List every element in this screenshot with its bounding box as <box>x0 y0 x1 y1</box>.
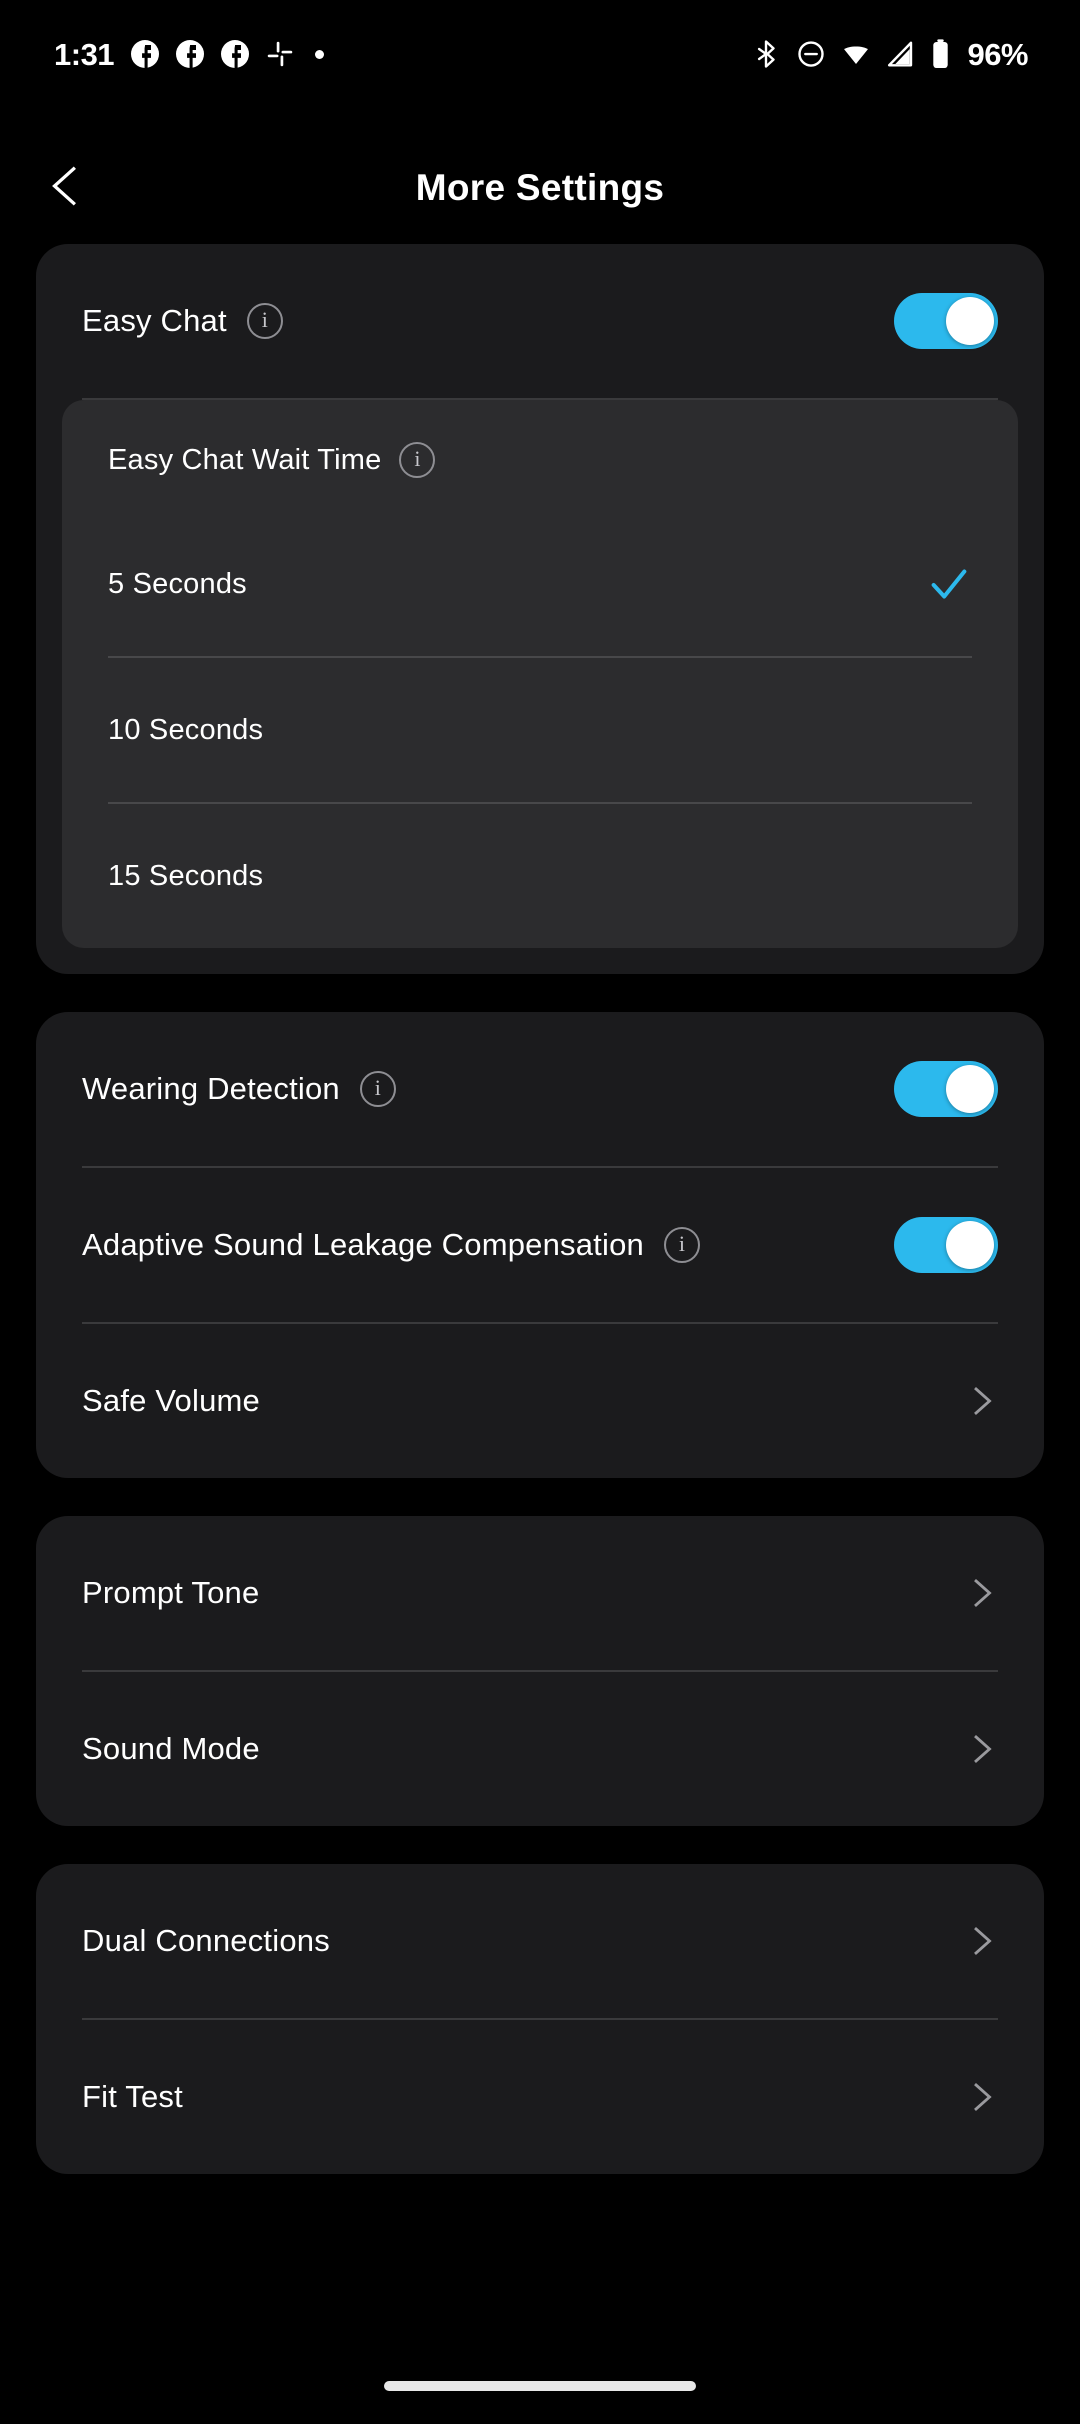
battery-percentage: 96% <box>967 36 1028 72</box>
wait-time-title: Easy Chat Wait Time <box>108 443 382 476</box>
easy-chat-card: Easy Chat i Easy Chat Wait Time i 5 Seco… <box>36 244 1044 974</box>
setting-label-safe-volume: Safe Volume <box>82 1383 260 1418</box>
setting-row-dual-connections[interactable]: Dual Connections <box>36 1864 1044 2018</box>
chevron-right-icon[interactable] <box>964 1384 998 1418</box>
row-label-group: Fit Test <box>82 2079 964 2115</box>
wait-time-option-10-seconds[interactable]: 10 Seconds <box>62 658 1018 802</box>
back-button[interactable] <box>30 152 102 224</box>
toggle-wearing-detection[interactable] <box>894 1061 998 1117</box>
info-icon[interactable]: i <box>246 303 283 339</box>
battery-icon <box>931 38 950 70</box>
wait-time-header: Easy Chat Wait Time i <box>62 400 1018 512</box>
row-label-group: Sound Mode <box>82 1731 964 1767</box>
row-label-group: Safe Volume <box>82 1383 964 1419</box>
home-indicator-area <box>0 2348 1080 2424</box>
facebook-icon <box>131 40 160 68</box>
row-label-group: Adaptive Sound Leakage Compensation i <box>82 1227 894 1263</box>
wifi-icon <box>841 39 871 69</box>
chevron-right-icon[interactable] <box>964 1924 998 1958</box>
option-label: 5 Seconds <box>108 567 247 600</box>
wait-time-option-15-seconds[interactable]: 15 Seconds <box>62 804 1018 948</box>
status-bar-right: 96% <box>751 38 1028 70</box>
status-bar-left: 1:31 <box>54 36 325 72</box>
toggle-knob <box>946 297 994 345</box>
phone-screen: 1:31 96% More Settings Easy Chat i Easy … <box>0 0 1080 2424</box>
bluetooth-icon <box>751 39 781 69</box>
setting-row-sound-mode[interactable]: Sound Mode <box>36 1672 1044 1826</box>
chevron-left-icon <box>43 163 89 214</box>
setting-row-prompt-tone[interactable]: Prompt Tone <box>36 1516 1044 1670</box>
tone-card: Prompt Tone Sound Mode <box>36 1516 1044 1826</box>
chevron-right-icon[interactable] <box>964 1732 998 1766</box>
connections-card: Dual Connections Fit Test <box>36 1864 1044 2174</box>
setting-row-fit-test[interactable]: Fit Test <box>36 2020 1044 2174</box>
facebook-icon <box>176 40 205 68</box>
slack-icon <box>266 40 294 68</box>
page-title: More Settings <box>415 167 665 208</box>
cellular-signal-icon <box>886 39 916 69</box>
setting-label-adaptive-sound-leakage-compensation: Adaptive Sound Leakage Compensation <box>82 1227 644 1262</box>
setting-label-fit-test: Fit Test <box>82 2079 183 2114</box>
check-icon <box>926 561 972 607</box>
row-label-group: Easy Chat i <box>82 303 894 339</box>
info-icon[interactable]: i <box>399 442 436 478</box>
status-bar-clock: 1:31 <box>54 36 115 72</box>
toggle-knob <box>946 1065 994 1113</box>
setting-label-easy-chat: Easy Chat <box>82 303 227 338</box>
info-icon[interactable]: i <box>663 1227 700 1263</box>
row-label-group: Dual Connections <box>82 1923 964 1959</box>
toggle-adaptive-sound-leakage-compensation[interactable] <box>894 1217 998 1273</box>
settings-list: Easy Chat i Easy Chat Wait Time i 5 Seco… <box>0 244 1080 2348</box>
setting-row-wearing-detection[interactable]: Wearing Detection i <box>36 1012 1044 1166</box>
setting-label-dual-connections: Dual Connections <box>82 1923 330 1958</box>
audio-card: Wearing Detection i Adaptive Sound Leaka… <box>36 1012 1044 1478</box>
toggle-easy-chat[interactable] <box>894 293 998 349</box>
status-bar: 1:31 96% <box>0 0 1080 108</box>
chevron-right-icon[interactable] <box>964 1576 998 1610</box>
easy-chat-wait-time-panel: Easy Chat Wait Time i 5 Seconds 10 Secon… <box>62 400 1018 948</box>
option-label: 15 Seconds <box>108 859 264 892</box>
row-label-group: Prompt Tone <box>82 1575 964 1611</box>
option-label: 10 Seconds <box>108 713 264 746</box>
setting-row-adaptive-sound-leakage-compensation[interactable]: Adaptive Sound Leakage Compensation i <box>36 1168 1044 1322</box>
facebook-icon <box>221 40 250 68</box>
setting-label-sound-mode: Sound Mode <box>82 1731 260 1766</box>
setting-label-prompt-tone: Prompt Tone <box>82 1575 260 1610</box>
row-label-group: Wearing Detection i <box>82 1071 894 1107</box>
page-header: More Settings <box>0 132 1080 244</box>
notification-dot-icon <box>315 49 325 59</box>
do-not-disturb-icon <box>796 39 826 69</box>
easy-chat-wait-time-wrapper: Easy Chat Wait Time i 5 Seconds 10 Secon… <box>36 400 1044 974</box>
setting-row-easy-chat[interactable]: Easy Chat i <box>36 244 1044 398</box>
setting-label-wearing-detection: Wearing Detection <box>82 1071 340 1106</box>
wait-time-option-5-seconds[interactable]: 5 Seconds <box>62 512 1018 656</box>
setting-row-safe-volume[interactable]: Safe Volume <box>36 1324 1044 1478</box>
toggle-knob <box>946 1221 994 1269</box>
home-indicator[interactable] <box>384 2381 696 2391</box>
chevron-right-icon[interactable] <box>964 2080 998 2114</box>
info-icon[interactable]: i <box>359 1071 396 1107</box>
